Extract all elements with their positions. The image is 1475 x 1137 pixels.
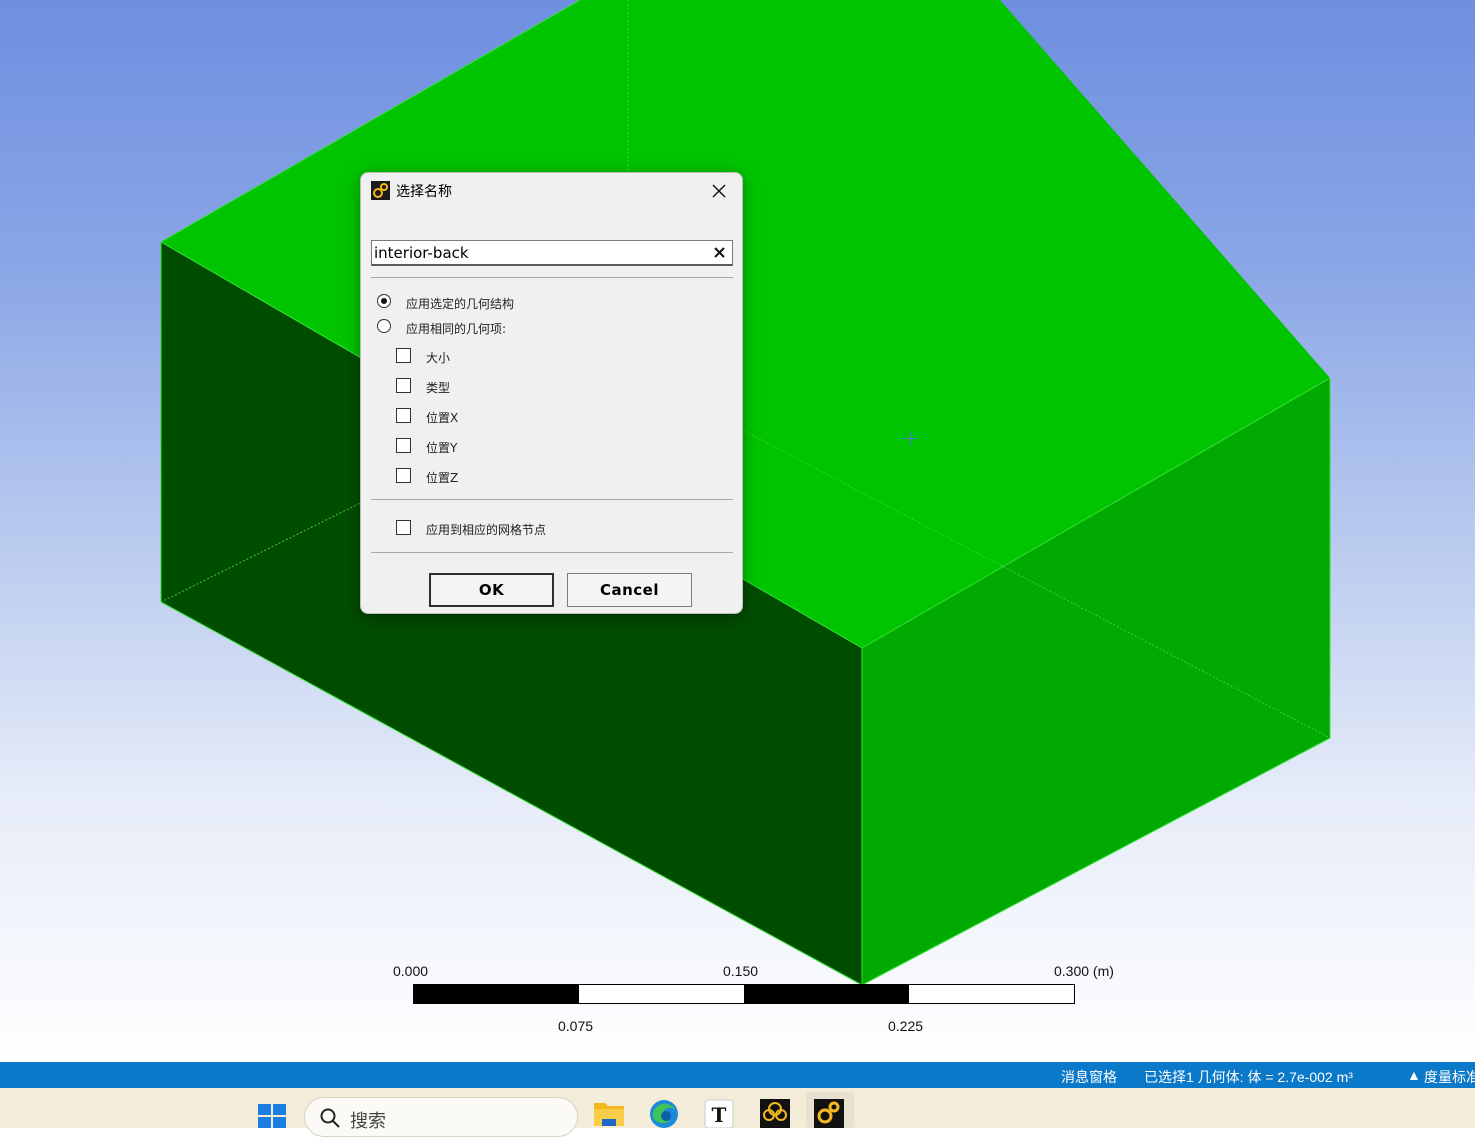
apply-mesh-nodes-label: 应用到相应的网格节点 — [426, 523, 547, 537]
ansys-mechanical-icon[interactable] — [812, 1097, 846, 1128]
scale-label-0150: 0.150 — [723, 963, 759, 979]
taskbar — [0, 1088, 1475, 1128]
taskbar-search[interactable]: 搜索 — [304, 1097, 578, 1137]
search-placeholder: 搜索 — [350, 1111, 386, 1132]
ok-button[interactable]: OK — [429, 573, 554, 607]
status-bar: 消息窗格 已选择1 几何体: 体 = 2.7e-002 m³ ▲ 度量标准 — [0, 1062, 1475, 1088]
apply-mesh-nodes-checkbox[interactable] — [396, 520, 411, 535]
metric-units-button[interactable]: 度量标准 — [1424, 1067, 1475, 1087]
location-y-checkbox[interactable] — [396, 438, 411, 453]
clear-icon[interactable] — [714, 247, 725, 258]
apply-selected-radio[interactable] — [377, 294, 391, 308]
crosshair-icon — [903, 431, 918, 446]
ansys-workbench-icon[interactable] — [758, 1097, 792, 1128]
size-checkbox[interactable] — [396, 348, 411, 363]
separator — [371, 552, 733, 553]
svg-text:T: T — [712, 1103, 727, 1127]
scale-label-0075: 0.075 — [558, 1018, 594, 1034]
typora-icon[interactable]: T — [702, 1097, 736, 1128]
size-label: 大小 — [426, 351, 451, 365]
selection-info: 已选择1 几何体: 体 = 2.7e-002 m³ — [1144, 1069, 1353, 1085]
messages-pane-button[interactable]: 消息窗格 — [1061, 1067, 1117, 1087]
separator — [371, 499, 733, 500]
ansys-mechanical-icon — [371, 181, 390, 200]
scale-label-0300: 0.300 (m) — [1054, 963, 1114, 979]
location-x-checkbox[interactable] — [396, 408, 411, 423]
location-y-label: 位置Y — [426, 441, 458, 455]
apply-same-radio[interactable] — [377, 319, 391, 333]
selection-name-dialog: 选择名称 应用选定的几何结构 应用相同的几何项: 大小 类型 位置X 位置Y 位… — [360, 172, 743, 614]
edge-icon[interactable] — [647, 1097, 681, 1128]
dialog-title: 选择名称 — [396, 184, 452, 200]
windows-start-icon[interactable] — [257, 1103, 287, 1128]
location-x-label: 位置X — [426, 411, 459, 425]
type-checkbox[interactable] — [396, 378, 411, 393]
search-icon — [320, 1108, 340, 1128]
scale-label-0225: 0.225 — [888, 1018, 924, 1034]
location-z-checkbox[interactable] — [396, 468, 411, 483]
cancel-button[interactable]: Cancel — [567, 573, 692, 607]
name-input-container — [371, 240, 733, 266]
apply-selected-label: 应用选定的几何结构 — [406, 297, 515, 311]
separator — [371, 277, 733, 278]
scale-label-0: 0.000 — [393, 963, 429, 979]
caret-up-icon[interactable]: ▲ — [1407, 1067, 1421, 1083]
type-label: 类型 — [426, 381, 451, 395]
close-icon[interactable] — [711, 183, 727, 199]
scale-bar — [413, 984, 1075, 1004]
apply-same-label: 应用相同的几何项: — [406, 322, 507, 336]
location-z-label: 位置Z — [426, 471, 459, 485]
selection-name-input[interactable] — [372, 241, 706, 264]
file-explorer-icon[interactable] — [592, 1097, 626, 1128]
